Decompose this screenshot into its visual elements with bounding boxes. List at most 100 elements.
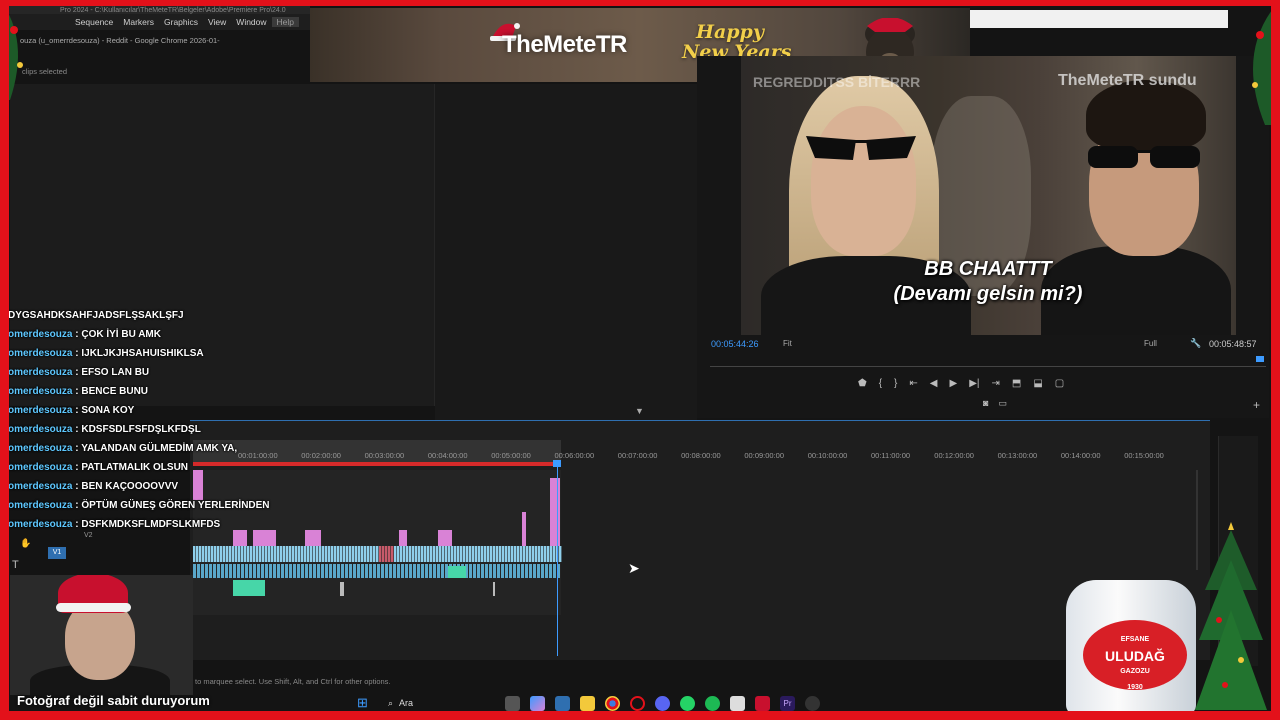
video-clip[interactable] — [328, 546, 331, 562]
audio-clip[interactable] — [505, 564, 508, 578]
audio-clip[interactable] — [313, 564, 316, 578]
play-icon[interactable]: ▶ — [949, 378, 957, 389]
audio-clip[interactable] — [413, 564, 416, 578]
audio-clip[interactable] — [357, 564, 360, 578]
audio-clip[interactable] — [513, 564, 516, 578]
audio-clip[interactable] — [233, 580, 265, 596]
video-clip[interactable] — [289, 546, 292, 562]
video-clip[interactable] — [438, 530, 452, 546]
menu-markers[interactable]: Markers — [118, 17, 159, 27]
video-clip[interactable] — [544, 546, 547, 562]
video-clip[interactable] — [496, 546, 499, 562]
video-clip[interactable] — [208, 546, 211, 562]
audio-clip[interactable] — [521, 564, 524, 578]
video-clip[interactable] — [481, 546, 484, 562]
video-clip[interactable] — [493, 546, 496, 562]
opera-icon[interactable] — [630, 695, 645, 711]
audio-clip[interactable] — [437, 564, 440, 578]
audio-clip[interactable] — [429, 564, 432, 578]
video-clip[interactable] — [397, 546, 400, 562]
audio-clip[interactable] — [493, 564, 496, 578]
video-clip[interactable] — [247, 546, 250, 562]
audio-clip[interactable] — [205, 564, 208, 578]
add-marker-icon[interactable]: ⬟ — [858, 378, 867, 389]
timeline-playhead-handle[interactable] — [553, 460, 561, 467]
video-clip[interactable] — [403, 546, 406, 562]
audio-clip[interactable] — [389, 564, 392, 578]
video-clip[interactable] — [241, 546, 244, 562]
video-clip[interactable] — [424, 546, 427, 562]
video-clip[interactable] — [307, 546, 310, 562]
video-clip[interactable] — [196, 546, 199, 562]
audio-clip[interactable] — [249, 564, 252, 578]
video-clip[interactable] — [469, 546, 472, 562]
audio-clip[interactable] — [321, 564, 324, 578]
video-clip[interactable] — [508, 546, 511, 562]
video-clip[interactable] — [223, 546, 226, 562]
audio-clip[interactable] — [345, 564, 348, 578]
audio-clip[interactable] — [233, 564, 236, 578]
audio-clip[interactable] — [265, 564, 268, 578]
video-clip[interactable] — [559, 546, 562, 562]
video-clip[interactable] — [547, 546, 550, 562]
video-clip[interactable] — [268, 530, 276, 546]
audio-clip[interactable] — [225, 564, 228, 578]
video-clip[interactable] — [346, 546, 349, 562]
video-clip[interactable] — [466, 546, 469, 562]
whatsapp-icon[interactable] — [680, 695, 695, 711]
settings-wrench-icon[interactable]: 🔧 — [1190, 338, 1201, 349]
video-clip[interactable] — [505, 546, 508, 562]
video-clip[interactable] — [211, 546, 214, 562]
video-clip[interactable] — [199, 546, 202, 562]
video-clip[interactable] — [259, 546, 262, 562]
audio-clip[interactable] — [549, 564, 552, 578]
menu-graphics[interactable]: Graphics — [159, 17, 203, 27]
video-clip[interactable] — [433, 546, 436, 562]
video-clip[interactable] — [274, 546, 277, 562]
video-clip[interactable] — [451, 546, 454, 562]
playback-resolution-dropdown[interactable]: Full — [1144, 339, 1157, 348]
video-clip[interactable] — [550, 546, 553, 562]
video-clip[interactable] — [535, 546, 538, 562]
video-clip[interactable] — [313, 546, 316, 562]
menu-sequence[interactable]: Sequence — [70, 17, 118, 27]
audio-clip[interactable] — [245, 564, 248, 578]
camera-icon[interactable]: ◙ — [983, 398, 988, 409]
audio-clip[interactable] — [393, 564, 396, 578]
video-clip[interactable] — [514, 546, 517, 562]
video-clip[interactable] — [217, 546, 220, 562]
audio-clip[interactable] — [353, 564, 356, 578]
premiere-icon[interactable]: Pr — [780, 695, 795, 711]
video-clip[interactable] — [478, 546, 481, 562]
audio-clip[interactable] — [281, 564, 284, 578]
export-frame-icon[interactable]: ▢ — [1055, 378, 1064, 389]
audio-clip[interactable] — [277, 564, 280, 578]
audio-clip[interactable] — [273, 564, 276, 578]
audio-clip[interactable] — [469, 564, 472, 578]
video-clip[interactable] — [352, 546, 355, 562]
video-clip[interactable] — [370, 546, 373, 562]
video-clip[interactable] — [499, 546, 502, 562]
video-clip[interactable] — [523, 546, 526, 562]
go-to-out-icon[interactable]: ⇥ — [991, 378, 999, 389]
video-clip[interactable] — [436, 546, 439, 562]
audio-clip[interactable] — [425, 564, 428, 578]
filter-icon[interactable]: ▼ — [635, 406, 644, 416]
program-scrub-bar[interactable] — [710, 357, 1266, 367]
video-clip[interactable] — [418, 546, 421, 562]
video-clip[interactable] — [283, 546, 286, 562]
audio-clip[interactable] — [361, 564, 364, 578]
spotify-icon[interactable] — [705, 695, 720, 711]
task-view-icon[interactable] — [505, 695, 520, 711]
video-clip[interactable] — [295, 546, 298, 562]
audio-clip[interactable] — [477, 564, 480, 578]
video-clip[interactable] — [490, 546, 493, 562]
video-clip[interactable] — [358, 546, 361, 562]
audio-clip[interactable] — [269, 564, 272, 578]
video-clip[interactable] — [367, 546, 370, 562]
video-clip[interactable] — [364, 546, 367, 562]
audio-clip[interactable] — [341, 564, 344, 578]
video-clip[interactable] — [298, 546, 301, 562]
video-clip[interactable] — [280, 546, 283, 562]
audio-clip[interactable] — [501, 564, 504, 578]
